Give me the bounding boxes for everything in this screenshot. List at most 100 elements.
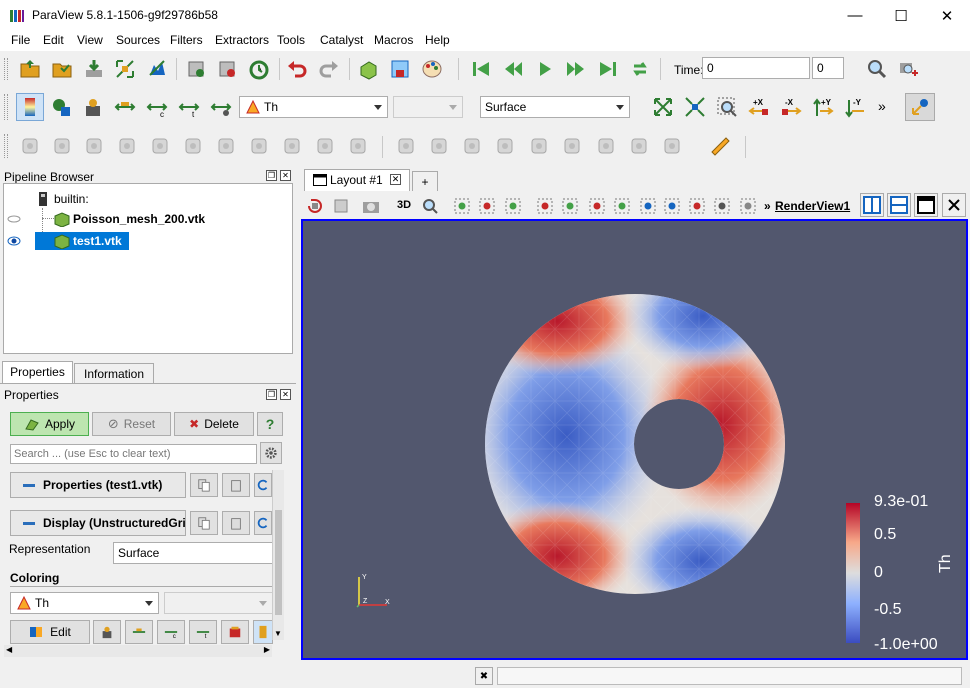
contour-icon[interactable]	[50, 134, 74, 158]
toolbar-grip[interactable]	[4, 134, 8, 158]
render-view-name[interactable]: RenderView1	[775, 199, 850, 213]
apply-button[interactable]: Apply	[10, 412, 89, 436]
calculator-icon[interactable]	[18, 134, 42, 158]
menu-help[interactable]: Help	[425, 33, 450, 47]
open-file-icon[interactable]	[18, 57, 42, 81]
menu-file[interactable]: File	[11, 33, 30, 47]
camera-icon[interactable]	[356, 57, 380, 81]
reset-range-icon[interactable]	[81, 95, 105, 119]
restore-defaults-icon[interactable]	[254, 511, 272, 535]
select-cells-on-icon[interactable]	[450, 194, 474, 218]
time-input[interactable]: 0	[702, 57, 810, 79]
zoom-to-box-icon[interactable]	[715, 95, 739, 119]
server-disconnect-icon[interactable]	[215, 57, 239, 81]
rescale-custom-icon[interactable]	[125, 620, 153, 644]
paste-icon[interactable]	[222, 473, 250, 497]
zoom-closest-icon[interactable]	[683, 95, 707, 119]
glyph-icon[interactable]	[214, 134, 238, 158]
previous-frame-icon[interactable]	[501, 57, 525, 81]
select-block-icon[interactable]	[610, 194, 634, 218]
stream-tracer-icon[interactable]	[247, 134, 271, 158]
select-cells-polygon-icon[interactable]	[558, 194, 582, 218]
select-points-on-icon[interactable]	[475, 194, 499, 218]
loop-icon[interactable]	[628, 57, 652, 81]
close-view-icon[interactable]	[942, 193, 966, 217]
next-frame-icon[interactable]	[564, 57, 588, 81]
copy-icon[interactable]	[190, 511, 218, 535]
close-button[interactable]: ✕	[924, 0, 970, 31]
group-datasets-icon[interactable]	[313, 134, 337, 158]
close-tab-icon[interactable]: ✕	[390, 174, 401, 185]
load-state-icon[interactable]	[82, 57, 106, 81]
rescale-temporal-icon[interactable]: t	[177, 95, 201, 119]
reset-camera-icon-2[interactable]	[329, 194, 353, 218]
probe-line-icon[interactable]	[427, 134, 451, 158]
rescale-custom-icon[interactable]	[113, 95, 137, 119]
pipeline-tree[interactable]: builtin: Poisson_mesh_200.vtk test1.vtk	[3, 183, 293, 354]
favorites-icon[interactable]	[221, 620, 249, 644]
extract-level-icon[interactable]	[346, 134, 370, 158]
maximize-view-icon[interactable]	[914, 193, 938, 217]
reset-camera-closest-icon[interactable]	[303, 194, 327, 218]
save-data-icon[interactable]	[145, 57, 169, 81]
toolbar-grip[interactable]	[4, 94, 8, 120]
rescale-visible-icon[interactable]	[209, 95, 233, 119]
interactive-select-points-icon[interactable]	[660, 194, 684, 218]
reset-button[interactable]: ⊘ Reset	[92, 412, 171, 436]
scroll-left-icon[interactable]: ◀	[6, 645, 12, 654]
toggle-color-legend-icon[interactable]	[16, 93, 44, 121]
find-data-icon[interactable]	[896, 57, 920, 81]
copy-icon[interactable]	[190, 473, 218, 497]
set-view-plus-x-icon[interactable]: +X	[747, 95, 771, 119]
histogram-icon[interactable]	[493, 134, 517, 158]
time-index-spinbox[interactable]: 0	[812, 57, 844, 79]
tree-item-selected[interactable]: test1.vtk	[35, 232, 129, 250]
reset-range-icon[interactable]	[93, 620, 121, 644]
coloring-select[interactable]: Th	[10, 592, 159, 614]
maximize-button[interactable]: ☐	[878, 0, 924, 31]
last-frame-icon[interactable]	[596, 57, 620, 81]
menu-tools[interactable]: Tools	[277, 33, 305, 47]
help-button[interactable]: ?	[257, 412, 283, 436]
render-viewport[interactable]: 9.3e-01 0.5 0 -0.5 -1.0e+00 Th Y Z X	[301, 219, 968, 660]
rescale-custom-c-icon[interactable]: c	[157, 620, 185, 644]
select-points-polygon-icon[interactable]	[585, 194, 609, 218]
scroll-right-icon[interactable]: ▶	[264, 645, 270, 654]
representation-select[interactable]: Surface	[113, 542, 273, 564]
add-layout-tab[interactable]: +	[412, 171, 438, 191]
component-combo[interactable]	[393, 96, 463, 118]
clear-selection-icon[interactable]	[736, 194, 760, 218]
menu-view[interactable]: View	[77, 33, 103, 47]
menu-filters[interactable]: Filters	[170, 33, 203, 47]
gear-icon[interactable]	[260, 442, 282, 464]
section-properties-header[interactable]: Properties (test1.vtk)	[10, 472, 186, 498]
restore-defaults-icon[interactable]	[254, 473, 272, 497]
toolbar-grip[interactable]	[4, 58, 8, 80]
menu-macros[interactable]: Macros	[374, 33, 413, 47]
properties-scrollbar[interactable]: ▼	[272, 470, 284, 640]
color-array-combo[interactable]: Th	[239, 96, 388, 118]
toggle-3d-button[interactable]: 3D	[397, 199, 411, 211]
properties-search-input[interactable]: Search ... (use Esc to clear text)	[10, 444, 257, 464]
paste-icon[interactable]	[222, 511, 250, 535]
set-view-minus-y-icon[interactable]: -Y	[843, 95, 867, 119]
find-data-icon[interactable]	[560, 134, 584, 158]
set-view-minus-x-icon[interactable]: -X	[779, 95, 803, 119]
capture-icon[interactable]	[359, 194, 383, 218]
render-canvas[interactable]	[303, 221, 968, 660]
section-display-header[interactable]: Display (UnstructuredGrid)	[10, 510, 186, 536]
threshold-icon[interactable]	[148, 134, 172, 158]
python-script-icon[interactable]	[660, 134, 684, 158]
plot-over-line-icon[interactable]	[460, 134, 484, 158]
close-panel-icon[interactable]: ✕	[280, 389, 291, 400]
set-view-plus-y-icon[interactable]: +Y	[811, 95, 835, 119]
warp-vector-icon[interactable]	[280, 134, 304, 158]
auto-apply-icon[interactable]	[247, 57, 271, 81]
tree-root[interactable]: builtin:	[38, 190, 158, 208]
eye-closed-icon[interactable]	[7, 214, 21, 224]
menu-catalyst[interactable]: Catalyst	[320, 33, 363, 47]
clip-icon[interactable]	[82, 134, 106, 158]
minimize-button[interactable]: —	[832, 0, 878, 31]
zoom-to-data-icon[interactable]	[865, 57, 889, 81]
interactive-select-cells-icon[interactable]	[636, 194, 660, 218]
